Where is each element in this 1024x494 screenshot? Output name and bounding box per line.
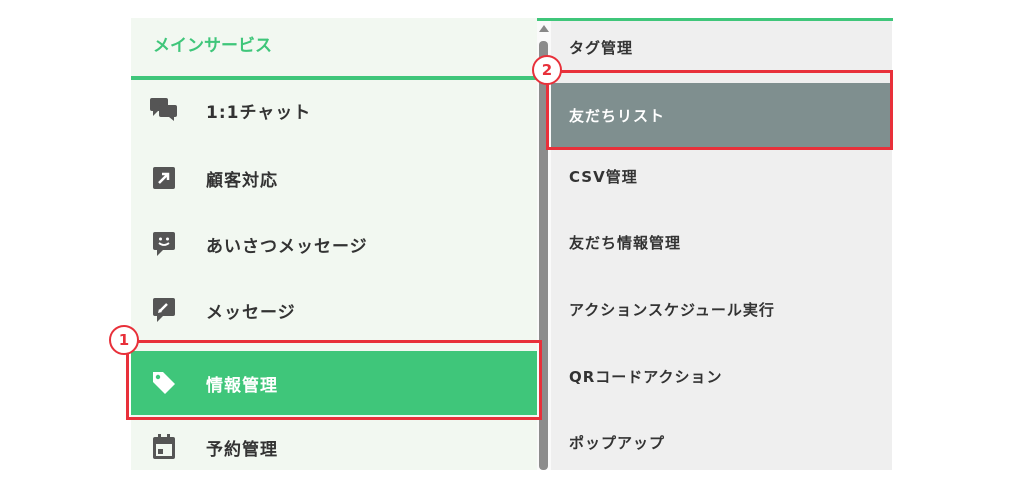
submenu-item-popup[interactable]: ポップアップ bbox=[551, 416, 892, 470]
calendar-icon bbox=[149, 432, 179, 462]
menu-item-customer-support[interactable]: 顧客対応 bbox=[131, 151, 537, 205]
submenu-item-tag-management[interactable]: タグ管理 bbox=[551, 21, 892, 75]
submenu-item-action-schedule[interactable]: アクションスケジュール実行 bbox=[551, 283, 892, 337]
submenu-scrollbar[interactable] bbox=[537, 21, 551, 470]
chat-bubbles-icon bbox=[149, 95, 179, 125]
step-badge-1: 1 bbox=[109, 325, 139, 355]
arrow-up-right-icon bbox=[149, 163, 179, 193]
menu-item-reservation[interactable]: 予約管理 bbox=[131, 420, 537, 474]
menu-item-info-management[interactable]: 情報管理 bbox=[131, 351, 537, 415]
header-underline bbox=[131, 76, 537, 80]
main-services-header: メインサービス bbox=[153, 36, 272, 56]
menu-item-chat-label: 1:1チャット bbox=[206, 102, 312, 123]
menu-item-info-management-label: 情報管理 bbox=[206, 375, 278, 396]
menu-item-reservation-label: 予約管理 bbox=[206, 439, 278, 460]
menu-item-customer-support-label: 顧客対応 bbox=[206, 170, 278, 191]
menu-item-greeting-message[interactable]: あいさつメッセージ bbox=[131, 217, 537, 271]
menu-item-message-label: メッセージ bbox=[206, 302, 296, 323]
scrollbar-thumb[interactable] bbox=[539, 41, 548, 470]
tag-icon bbox=[149, 368, 179, 398]
submenu-item-friends-list[interactable]: 友だちリスト bbox=[551, 83, 892, 149]
submenu-item-qr-code-action[interactable]: QRコードアクション bbox=[551, 350, 892, 404]
submenu-item-friend-info-management[interactable]: 友だち情報管理 bbox=[551, 216, 892, 270]
menu-item-chat[interactable]: 1:1チャット bbox=[131, 83, 537, 137]
step-badge-2: 2 bbox=[532, 55, 562, 85]
info-management-submenu: タグ管理 友だちリスト CSV管理 友だち情報管理 アクションスケジュール実行 … bbox=[551, 21, 892, 470]
submenu-item-csv-management[interactable]: CSV管理 bbox=[551, 150, 892, 204]
main-services-menu: メインサービス 1:1チャット 顧客対応 あいさつメッセージ メッセージ 情報管… bbox=[131, 18, 537, 470]
scroll-up-arrow-icon[interactable] bbox=[539, 25, 549, 32]
smile-message-icon bbox=[149, 229, 179, 259]
menu-item-message[interactable]: メッセージ bbox=[131, 283, 537, 337]
pencil-message-icon bbox=[149, 295, 179, 325]
menu-item-greeting-message-label: あいさつメッセージ bbox=[206, 236, 368, 257]
